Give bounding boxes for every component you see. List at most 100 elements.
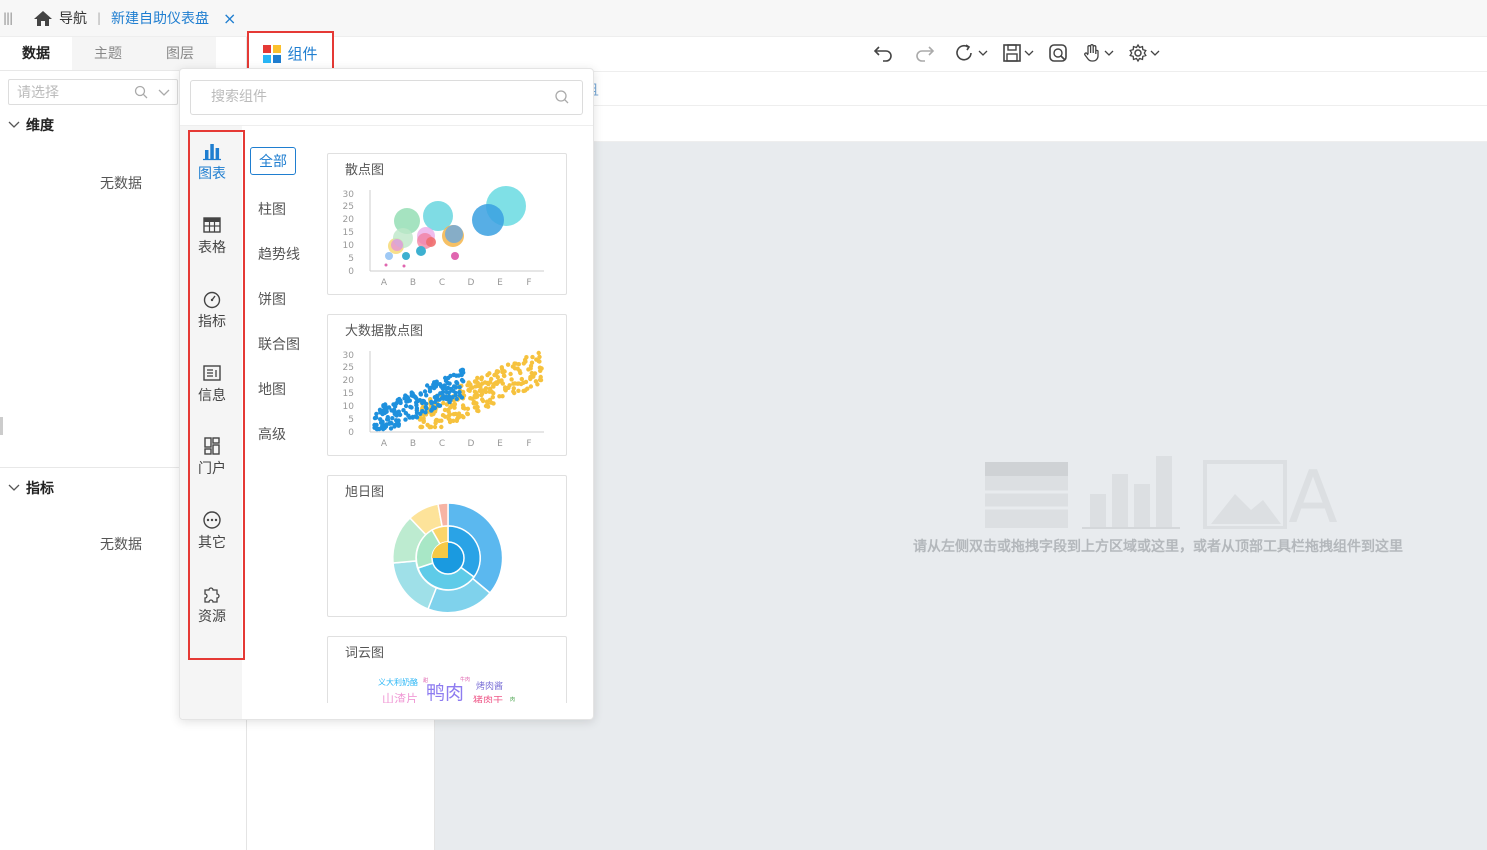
- scatter-dot: [461, 415, 466, 420]
- scatter-dot: [439, 396, 445, 401]
- scatter-dot: [513, 361, 518, 366]
- scatter-dot: [427, 386, 432, 391]
- chevron-down-icon: [1024, 50, 1034, 56]
- scatter-dot: [502, 369, 507, 374]
- empty-canvas-illustration: A: [985, 455, 1338, 529]
- undo-icon[interactable]: [872, 43, 894, 63]
- card-sunburst[interactable]: 旭日图: [327, 475, 567, 617]
- scatter-dot: [447, 419, 453, 425]
- scatter-dot: [388, 426, 394, 431]
- svg-text:C: C: [439, 439, 445, 449]
- word-cloud-word: 猪肉干: [473, 694, 503, 703]
- scatter-dot: [396, 418, 401, 423]
- svg-text:25: 25: [343, 202, 354, 212]
- category-advanced[interactable]: 高级: [258, 424, 286, 444]
- scatter-dot: [528, 363, 534, 369]
- side-item-other[interactable]: 其它: [188, 510, 236, 552]
- svg-text:5: 5: [348, 254, 354, 264]
- dimension-section-header[interactable]: 维度: [8, 115, 54, 135]
- scatter-dot: [443, 375, 448, 381]
- scatter-dot: [536, 350, 541, 356]
- category-all[interactable]: 全部: [250, 147, 296, 175]
- dimension-empty-text: 无数据: [100, 176, 142, 192]
- scatter-dot: [447, 412, 453, 417]
- resize-handle[interactable]: [0, 417, 3, 435]
- svg-text:0: 0: [348, 267, 354, 277]
- tab-layers[interactable]: 图层: [144, 37, 216, 70]
- side-item-portal[interactable]: 门户: [188, 436, 236, 478]
- svg-text:0: 0: [348, 428, 354, 438]
- svg-text:A: A: [381, 278, 388, 288]
- side-item-indicators[interactable]: 指标: [188, 289, 236, 331]
- scatter-dot: [528, 374, 533, 380]
- scatter-dot: [414, 410, 420, 415]
- top-navigation-bar: ||| 导航 | 新建自助仪表盘 ×: [0, 0, 1487, 37]
- scatter-dot: [489, 389, 494, 394]
- card-big-data-scatter[interactable]: 30 25 20 15 10 5 0 A B C D E F 大数据散点图: [327, 314, 567, 456]
- table-icon: [203, 217, 221, 233]
- card-scatter[interactable]: 30 25 20 15 10 5 0 AB CD EF 散点图: [327, 153, 567, 295]
- side-item-label: 信息: [198, 388, 226, 404]
- scatter-dot: [456, 373, 461, 378]
- category-bar[interactable]: 柱图: [258, 199, 286, 219]
- scatter-dot: [487, 397, 493, 403]
- search-icon: [134, 85, 148, 99]
- settings-icon[interactable]: [1128, 43, 1160, 63]
- category-combo[interactable]: 联合图: [258, 334, 300, 354]
- scatter-dot: [456, 415, 462, 420]
- side-item-info[interactable]: 信息: [188, 363, 236, 405]
- word-cloud-word: 甜: [423, 677, 428, 684]
- gauge-icon: [203, 291, 221, 309]
- scatter-dot: [495, 375, 500, 380]
- tab-data[interactable]: 数据: [0, 37, 72, 70]
- chevron-down-icon: [978, 50, 988, 56]
- close-tab-icon[interactable]: ×: [223, 9, 236, 28]
- scatter-dot: [475, 383, 481, 389]
- scatter-dot: [413, 394, 418, 400]
- component-search-input[interactable]: 搜索组件: [190, 80, 583, 115]
- tab-theme[interactable]: 主题: [72, 37, 144, 70]
- measure-empty-text: 无数据: [100, 537, 142, 553]
- card-word-cloud[interactable]: 义大利奶酪 鸭肉 烤肉酱 山渣片 猪肉干 甜 牛肉 肉 词云图: [327, 636, 567, 703]
- hand-icon[interactable]: [1082, 43, 1114, 63]
- side-item-label: 表格: [198, 240, 226, 256]
- scatter-dot: [404, 394, 409, 399]
- scatter-dot: [497, 379, 502, 384]
- refresh-icon[interactable]: [954, 43, 988, 63]
- scatter-dot: [497, 394, 502, 399]
- word-cloud-word: 肉: [510, 696, 515, 703]
- category-pie[interactable]: 饼图: [258, 289, 286, 309]
- svg-text:20: 20: [343, 376, 355, 386]
- side-item-resources[interactable]: 资源: [188, 584, 236, 626]
- scatter-dot: [523, 379, 529, 385]
- redo-icon[interactable]: [914, 43, 936, 63]
- menu-icon[interactable]: |||: [3, 11, 21, 25]
- measure-section-header[interactable]: 指标: [8, 478, 54, 498]
- dashboard-tab[interactable]: 新建自助仪表盘: [111, 8, 209, 28]
- scatter-dot: [394, 401, 399, 406]
- scatter-dot: [521, 388, 526, 394]
- dataset-select[interactable]: 请选择: [8, 79, 178, 105]
- category-map[interactable]: 地图: [258, 379, 286, 399]
- scatter-dot: [454, 380, 459, 385]
- home-nav-link[interactable]: 导航: [33, 8, 87, 28]
- components-label: 组件: [287, 45, 318, 63]
- scatter-dot: [381, 404, 386, 409]
- scatter-dot: [403, 403, 409, 409]
- side-item-tables[interactable]: 表格: [188, 215, 236, 257]
- preview-icon[interactable]: [1048, 43, 1068, 63]
- side-item-charts[interactable]: 图表: [188, 141, 236, 183]
- scatter-dot: [390, 416, 395, 421]
- side-item-label: 门户: [198, 461, 226, 477]
- svg-text:A: A: [381, 439, 388, 449]
- dataset-select-placeholder: 请选择: [17, 85, 59, 101]
- scatter-dot: [483, 403, 489, 409]
- save-icon[interactable]: [1002, 43, 1034, 63]
- scatter-dot: [429, 407, 435, 412]
- scatter-dot: [468, 396, 473, 401]
- scatter-dot: [483, 389, 489, 395]
- category-trend[interactable]: 趋势线: [258, 244, 300, 264]
- components-icon: [263, 44, 282, 63]
- scatter-dot: [429, 412, 434, 417]
- svg-text:B: B: [410, 439, 416, 449]
